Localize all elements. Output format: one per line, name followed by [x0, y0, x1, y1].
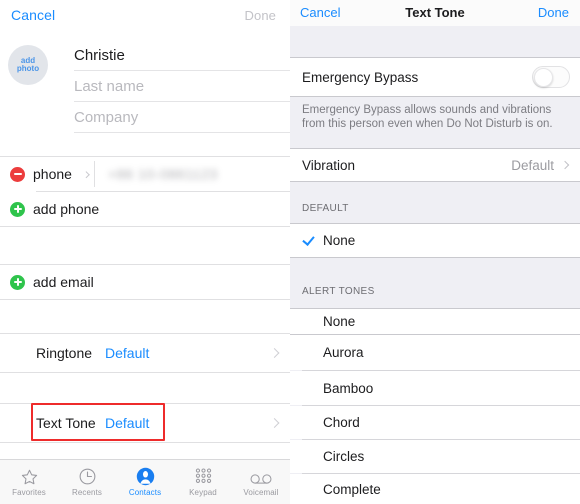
divider [0, 372, 290, 373]
alert-tone-row[interactable]: Bamboo [290, 371, 580, 405]
person-icon [136, 467, 155, 486]
vibration-value: Default [511, 157, 554, 173]
keypad-icon [194, 467, 213, 486]
add-phone-label: add phone [33, 201, 100, 217]
right-navbar: Cancel Text Tone Done [290, 0, 580, 26]
default-tone-none-row[interactable]: None [290, 224, 580, 257]
emergency-description: Emergency Bypass allows sounds and vibra… [302, 104, 553, 130]
emergency-bypass-toggle[interactable] [532, 66, 570, 88]
emergency-bypass-label: Emergency Bypass [302, 69, 419, 85]
alert-tone-row[interactable]: Complete [290, 474, 580, 504]
remove-phone-icon[interactable] [10, 166, 25, 182]
done-button[interactable]: Done [245, 8, 276, 23]
add-email-row[interactable]: add email [0, 265, 290, 299]
chevron-right-icon [269, 418, 280, 428]
chevron-right-icon [269, 348, 280, 358]
alert-tone-row[interactable]: Chord [290, 406, 580, 439]
phone-row[interactable]: phone +86 10-0861123 [0, 157, 290, 191]
alert-tone-row[interactable]: Aurora [290, 335, 580, 370]
add-photo-line2: photo [16, 64, 40, 73]
alert-tone-label: Chord [323, 415, 360, 430]
alert-tone-label: Aurora [323, 345, 364, 360]
tab-label: Voicemail [243, 488, 279, 497]
tab-label: Contacts [128, 488, 162, 497]
cancel-button[interactable]: Cancel [11, 7, 55, 23]
done-button[interactable]: Done [538, 5, 569, 20]
ringtone-label: Ringtone [36, 345, 93, 361]
add-phone-row[interactable]: add phone [0, 192, 290, 226]
ringtone-row[interactable]: Ringtone Default [0, 334, 290, 372]
emergency-bypass-row[interactable]: Emergency Bypass [290, 58, 580, 96]
add-photo-button[interactable]: add photo [8, 45, 48, 85]
screenshot-root: Cancel Done add photo Christie Last name… [0, 0, 580, 504]
text-tone-row[interactable]: Text Tone Default [0, 404, 290, 442]
tab-recents[interactable]: Recents [58, 460, 116, 504]
tab-label: Favorites [12, 488, 46, 497]
default-tone-none-label: None [323, 233, 356, 248]
alert-tones-header: ALERT TONES [302, 286, 375, 297]
tab-voicemail[interactable]: Voicemail [232, 460, 290, 504]
phone-label: phone [33, 166, 72, 182]
left-navbar: Cancel Done [0, 0, 290, 30]
spacer [290, 26, 580, 58]
tab-label: Keypad [189, 488, 217, 497]
ringtone-value: Default [105, 345, 150, 361]
vibration-label: Vibration [302, 157, 356, 173]
page-title: Text Tone [405, 5, 465, 20]
company-field[interactable]: Company [74, 102, 290, 133]
chevron-right-icon [82, 171, 90, 179]
phone-number-value[interactable]: +86 10-0861123 [108, 166, 218, 182]
tab-keypad[interactable]: Keypad [174, 460, 232, 504]
tab-label: Recents [71, 488, 103, 497]
add-email-icon[interactable] [10, 274, 25, 290]
contact-edit-panel: Cancel Done add photo Christie Last name… [0, 0, 290, 504]
alert-tone-label: Bamboo [323, 380, 374, 396]
add-phone-icon[interactable] [10, 201, 25, 217]
add-email-label: add email [33, 274, 94, 290]
tab-contacts[interactable]: Contacts [116, 460, 174, 504]
alert-tones-header-block [290, 258, 580, 309]
text-tone-panel: Cancel Text Tone Done Emergency Bypass E… [290, 0, 580, 504]
alert-tone-row[interactable]: Circles [290, 440, 580, 473]
chevron-right-icon [560, 160, 570, 170]
text-tone-value: Default [105, 415, 150, 431]
clock-icon [78, 467, 97, 486]
toggle-knob [534, 68, 553, 87]
alert-tone-label: Complete [323, 481, 381, 497]
alert-tone-row[interactable]: None [290, 309, 580, 334]
divider [94, 161, 95, 187]
vibration-row[interactable]: Vibration Default [290, 149, 580, 181]
alert-tone-label: Circles [323, 449, 365, 464]
divider [0, 226, 290, 227]
checkmark-icon [302, 232, 315, 246]
first-name-field[interactable]: Christie [74, 40, 290, 71]
text-tone-label: Text Tone [36, 415, 96, 431]
divider [0, 299, 290, 300]
star-icon [20, 467, 39, 486]
tab-bar: Favorites Recents Contacts Keypad Voicem… [0, 459, 290, 504]
default-section-header: DEFAULT [302, 203, 349, 214]
tab-favorites[interactable]: Favorites [0, 460, 58, 504]
alert-tone-label: None [323, 314, 356, 329]
name-fields-group: Christie Last name Company [74, 40, 290, 133]
divider [0, 442, 290, 443]
last-name-field[interactable]: Last name [74, 71, 290, 102]
voicemail-icon [250, 467, 272, 486]
